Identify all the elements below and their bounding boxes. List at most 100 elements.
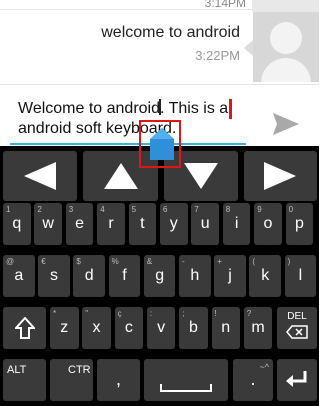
key-i[interactable]: 8i	[222, 203, 251, 245]
key-b[interactable]: ; b	[179, 307, 208, 349]
ctrl-key[interactable]: CTR	[50, 359, 93, 401]
message-time: 3:22PM	[195, 48, 240, 63]
key-sub-label: 6	[163, 205, 168, 214]
key-f[interactable]: % f	[108, 255, 141, 297]
key-main-label: h	[190, 267, 200, 284]
key-sub-label: (	[252, 257, 256, 266]
key-s[interactable]: € s	[38, 255, 70, 297]
key-main-label: y	[169, 215, 178, 232]
key-t[interactable]: 5t	[128, 203, 157, 245]
key-main-label: n	[221, 319, 231, 336]
key-main-label: l	[298, 267, 303, 284]
bubble-arrow	[244, 40, 253, 56]
selection-end-marker	[229, 99, 232, 119]
comma-key[interactable]: ,	[97, 359, 140, 401]
arrow-left-icon	[24, 162, 56, 190]
key-d[interactable]: $ d	[73, 255, 106, 297]
key-p[interactable]: 0p	[285, 203, 314, 245]
alt-key[interactable]: ALT	[3, 359, 46, 401]
key-sub-label: "	[85, 309, 89, 318]
ctrl-key-label: CTR	[68, 364, 91, 376]
input-underline	[10, 143, 246, 145]
key-x[interactable]: " x	[82, 307, 111, 349]
key-l[interactable]: ) l	[284, 255, 317, 297]
key-y[interactable]: 6y	[160, 203, 188, 245]
key-main-label: s	[50, 267, 59, 284]
key-sub-label: $	[76, 257, 81, 266]
key-sub-label: +	[217, 257, 222, 266]
key-main-label: f	[122, 267, 127, 284]
key-o[interactable]: 9o	[254, 203, 282, 245]
period-key-label: .	[250, 369, 256, 389]
key-sub-label: ;	[182, 309, 185, 318]
key-g[interactable]: & g	[143, 255, 176, 297]
soft-keyboard: 1q2w3e4r5t6y7u8i9o0p @ a € s $ d% f & g - h + j(k) l …	[0, 146, 319, 406]
enter-key[interactable]	[277, 359, 317, 401]
key-main-label: c	[124, 319, 133, 336]
key-u[interactable]: 7u	[191, 203, 219, 245]
arrow-right-key[interactable]	[244, 151, 317, 201]
key-sub-label: %	[111, 257, 119, 266]
arrow-up-icon	[104, 163, 138, 189]
key-main-label: x	[92, 319, 101, 336]
key-sub-label: )	[287, 257, 291, 266]
key-main-label: d	[84, 267, 94, 284]
key-main-label: o	[263, 215, 273, 232]
key-main-label: j	[228, 267, 232, 284]
key-c[interactable]: çc	[114, 307, 144, 349]
backspace-icon	[286, 325, 308, 339]
previous-message-time: 3:14PM	[204, 0, 246, 10]
key-e[interactable]: 3e	[65, 203, 94, 245]
key-sub-label: 9	[257, 205, 262, 214]
key-n[interactable]: ! n	[211, 307, 240, 349]
contact-avatar[interactable]	[253, 12, 319, 82]
key-main-label: t	[140, 215, 145, 232]
key-m[interactable]: ? m	[243, 307, 273, 349]
alt-key-label: ALT	[7, 364, 27, 376]
key-sub-label: 1	[6, 205, 11, 214]
key-main-label: k	[261, 267, 270, 284]
period-key[interactable]: ~^ .	[233, 359, 273, 401]
key-main-label: q	[12, 215, 22, 232]
input-text-part2: . This is a	[160, 100, 229, 117]
key-v[interactable]: :v	[146, 307, 176, 349]
key-r[interactable]: 4r	[97, 203, 125, 245]
delete-key[interactable]: DEL	[277, 307, 317, 349]
send-icon[interactable]	[271, 111, 301, 137]
key-sub-label: 0	[288, 205, 294, 214]
key-q[interactable]: 1q	[3, 203, 31, 245]
key-main-label: p	[294, 215, 304, 232]
key-sub-label: ç	[117, 309, 122, 318]
key-sub-label: 7	[194, 205, 199, 214]
key-main-label: a	[14, 267, 24, 284]
previous-message: 3:14PM	[0, 0, 252, 10]
key-main-label: w	[42, 215, 54, 232]
key-w[interactable]: 2w	[34, 203, 62, 245]
shift-key[interactable]	[3, 307, 46, 349]
space-key[interactable]	[144, 359, 228, 401]
key-main-label: v	[157, 319, 166, 336]
key-k[interactable]: (k	[249, 255, 282, 297]
key-a[interactable]: @ a	[3, 255, 35, 297]
key-sub-label: 2	[37, 205, 42, 214]
arrow-left-key[interactable]	[3, 151, 77, 201]
key-sub-label: &	[146, 257, 153, 266]
previous-avatar	[252, 0, 319, 12]
cursor-handle-icon[interactable]	[147, 126, 177, 162]
key-main-label: m	[251, 319, 265, 336]
space-icon	[160, 384, 212, 392]
message-input[interactable]: Welcome to android. This is a android so…	[18, 99, 248, 139]
shift-icon	[15, 317, 35, 339]
key-sub-label: @	[6, 257, 15, 266]
message-text: welcome to android	[101, 24, 240, 41]
key-main-label: g	[155, 267, 165, 284]
key-z[interactable]: * z	[50, 307, 79, 349]
key-h[interactable]: -h	[179, 255, 211, 297]
arrow-right-icon	[264, 162, 296, 190]
key-sub-label: 5	[131, 205, 137, 214]
arrow-down-icon	[184, 163, 218, 189]
comma-key-label: ,	[115, 369, 121, 389]
key-main-label: z	[60, 319, 69, 336]
key-main-label: u	[200, 215, 210, 232]
key-j[interactable]: + j	[214, 255, 246, 297]
